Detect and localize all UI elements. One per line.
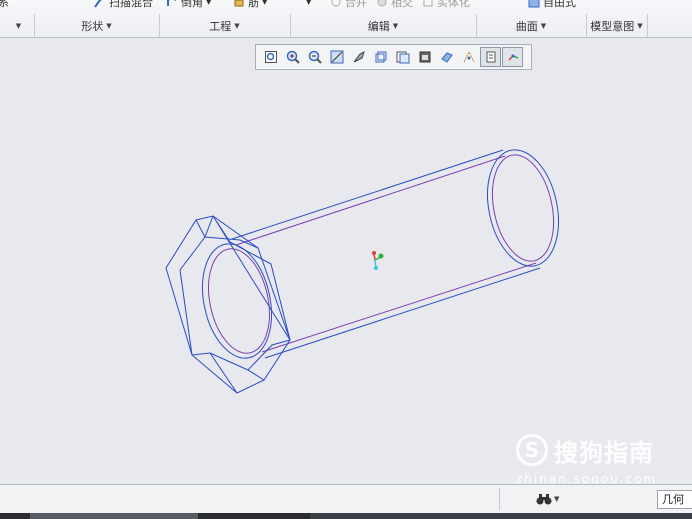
datum-display-button[interactable]	[458, 47, 479, 67]
group-shapes-label: 形状	[81, 19, 104, 33]
group-editing-label: 编辑	[367, 19, 390, 33]
saved-orientations-button[interactable]	[370, 47, 391, 67]
refit-button[interactable]	[260, 47, 281, 67]
spin-center-button[interactable]	[502, 47, 523, 67]
repaint-button[interactable]	[326, 47, 347, 67]
datum-display-icon	[463, 50, 474, 63]
saved-orientations-icon	[375, 51, 386, 63]
swept-blend-icon	[94, 0, 102, 8]
chevron-down-icon: ▼	[540, 21, 547, 30]
group-surfaces-label: 曲面	[515, 19, 538, 33]
tube-end-inner	[491, 154, 555, 262]
display-style-icon	[353, 51, 365, 63]
intersect-label: 相交	[391, 0, 413, 9]
zoom-out-button[interactable]	[304, 47, 325, 67]
zoom-in-icon	[286, 50, 300, 64]
selection-filter-select[interactable]: 几何	[657, 490, 692, 509]
group-engineering-button[interactable]: 工程 ▼	[159, 14, 291, 37]
intersect-button[interactable]: 相交	[376, 0, 413, 9]
taskbar-strip	[0, 513, 692, 519]
chevron-down-icon: ▼	[306, 0, 312, 6]
rib-icon	[234, 0, 244, 7]
merge-label: 合并	[345, 0, 367, 9]
chevron-down-icon: ▼	[234, 21, 240, 30]
merge-button[interactable]: 合并	[330, 0, 367, 9]
ribbon: 系 扫描混合 倒角 ▼ 筋 ▼ ▼ 合并 相交 实体化 自由式 ▼ 形状 ▼ 工…	[0, 0, 692, 38]
graphics-toolbar	[255, 44, 532, 70]
status-separator	[499, 488, 500, 510]
tube-end-outer	[487, 149, 559, 267]
spin-center-icon	[372, 251, 384, 270]
chevron-down-icon: ▼	[106, 21, 112, 30]
sweep-button[interactable]: 系	[0, 0, 9, 9]
group-shapes-button[interactable]: 形状 ▼	[34, 14, 160, 37]
edit-more-button[interactable]: ▼	[306, 0, 311, 9]
chevron-down-icon: ▼	[392, 21, 399, 30]
zoom-in-button[interactable]	[282, 47, 303, 67]
display-style-button[interactable]	[348, 47, 369, 67]
hex-head-front	[212, 215, 291, 341]
swept-blend-label: 扫描混合	[109, 0, 153, 9]
hex-head-edge-2	[179, 236, 206, 356]
taskbar-segment	[30, 513, 198, 519]
ribbon-top-row: 系 扫描混合 倒角 ▼ 筋 ▼ ▼ 合并 相交 实体化 自由式	[0, 0, 692, 12]
group-editing-button[interactable]: 编辑 ▼	[290, 14, 477, 37]
chevron-down-icon: ▼	[206, 0, 212, 6]
chamfer-icon	[167, 0, 176, 6]
view-manager-button[interactable]	[392, 47, 413, 67]
freestyle-button[interactable]: 自由式	[528, 0, 576, 9]
status-bar: ▼ 几何	[0, 484, 692, 514]
refit-icon	[264, 51, 277, 63]
group-model-intent-button[interactable]: 模型意图 ▼	[586, 14, 648, 37]
chevron-down-icon: ▼	[15, 21, 22, 30]
group-surfaces-button[interactable]: 曲面 ▼	[476, 14, 587, 37]
sweep-label: 系	[0, 0, 9, 9]
group-model-intent-label: 模型意图	[590, 19, 635, 33]
tube-bottom-edge	[264, 267, 541, 359]
tube-bottom-edge-inner	[261, 262, 537, 353]
spin-center-toggle-icon	[507, 54, 518, 61]
freestyle-icon	[528, 0, 540, 8]
perspective-view-button[interactable]	[414, 47, 435, 67]
model-wireframe[interactable]	[165, 143, 569, 394]
chevron-down-icon: ▼	[637, 21, 643, 30]
tube-top-edge	[231, 149, 504, 240]
chevron-down-icon: ▼	[554, 495, 560, 503]
rib-label: 筋	[248, 0, 259, 9]
solidify-button[interactable]: 实体化	[422, 0, 470, 9]
solidify-icon	[423, 0, 433, 7]
section-button[interactable]	[436, 47, 457, 67]
find-button[interactable]: ▼	[536, 490, 572, 508]
annotation-display-icon	[486, 51, 495, 63]
view-manager-icon	[396, 51, 409, 64]
chamfer-label: 倒角	[181, 0, 203, 9]
zoom-out-icon	[308, 50, 322, 64]
section-icon	[440, 52, 453, 63]
rib-button[interactable]: 筋 ▼	[233, 0, 267, 9]
merge-icon	[331, 0, 341, 7]
solidify-label: 实体化	[437, 0, 470, 9]
perspective-view-icon	[419, 51, 430, 63]
tube-top-edge-inner	[235, 155, 506, 246]
swept-blend-button[interactable]: 扫描混合	[94, 0, 153, 9]
freestyle-label: 自由式	[543, 0, 576, 9]
repaint-icon	[330, 50, 343, 64]
binoculars-icon	[536, 494, 552, 505]
chamfer-button[interactable]: 倒角 ▼	[166, 0, 211, 9]
group-left-button[interactable]: ▼	[0, 14, 35, 37]
chevron-down-icon: ▼	[262, 0, 268, 6]
group-engineering-label: 工程	[209, 19, 232, 33]
graphics-window[interactable]	[0, 38, 692, 484]
ribbon-group-row: ▼ 形状 ▼ 工程 ▼ 编辑 ▼ 曲面 ▼ 模型意图 ▼	[0, 14, 692, 37]
taskbar-segment	[310, 513, 692, 519]
intersect-icon	[377, 0, 387, 7]
annotation-display-button[interactable]	[480, 47, 501, 67]
